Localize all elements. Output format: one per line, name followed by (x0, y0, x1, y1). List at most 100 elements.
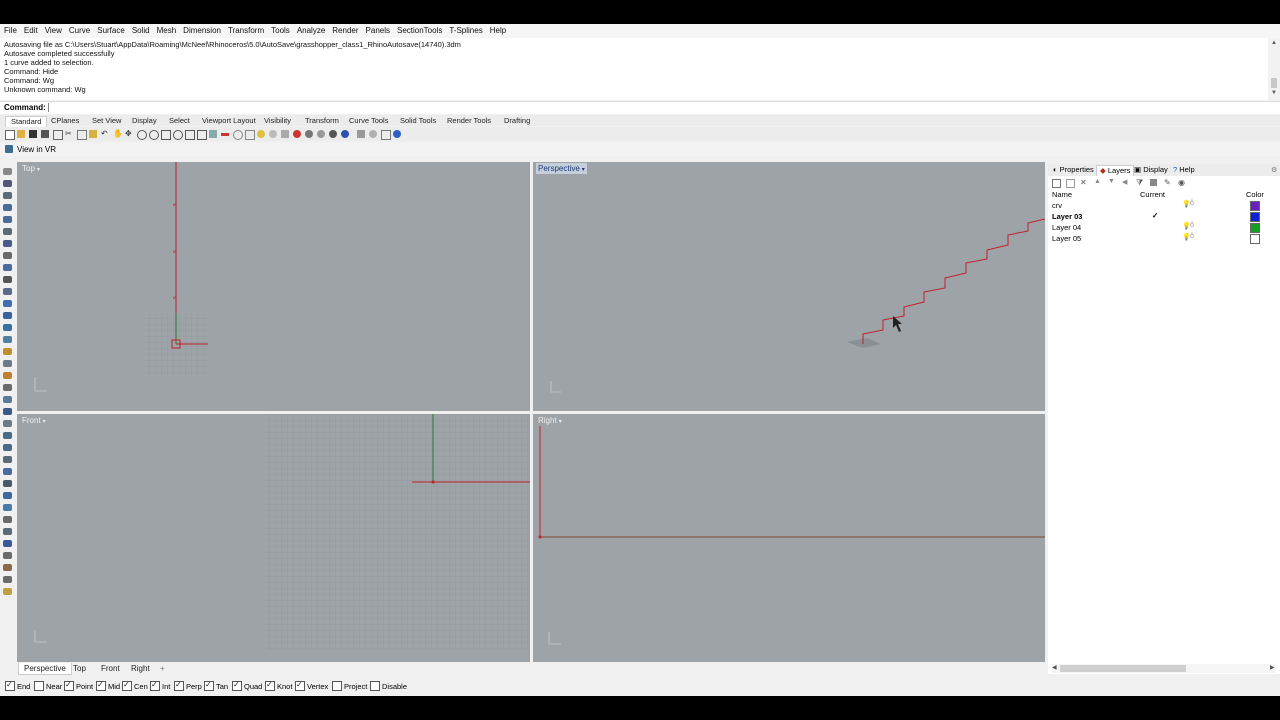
tab-viewport-layout[interactable]: Viewport Layout (197, 116, 261, 126)
menu-dimension[interactable]: Dimension (179, 24, 224, 38)
zoom-icon[interactable] (137, 130, 147, 140)
tab-curve-tools[interactable]: Curve Tools (344, 116, 393, 126)
history-scrollbar[interactable]: ▲ ▼ (1268, 38, 1280, 100)
options-icon[interactable] (369, 130, 377, 138)
analyze-tool-icon[interactable] (3, 372, 12, 379)
surface-tool-icon[interactable] (3, 300, 12, 307)
column-name-header[interactable]: Name (1052, 190, 1072, 199)
help-circle-icon[interactable]: ◉ (1178, 178, 1185, 187)
tools-icon[interactable]: ✎ (1164, 178, 1171, 187)
orient-tool-icon[interactable] (3, 408, 12, 415)
delete-layer-icon[interactable]: ✕ (1080, 178, 1087, 187)
grid-icon[interactable] (209, 130, 217, 138)
tab-cplanes[interactable]: CPlanes (46, 116, 84, 126)
layer-states-icon[interactable] (1150, 179, 1157, 186)
zoom-extents-icon[interactable] (161, 130, 171, 140)
undo-view-icon[interactable] (185, 130, 195, 140)
tab-properties[interactable]: ◐ Properties (1050, 165, 1097, 175)
layer-row-layer-03[interactable]: Layer 03 ✓ (1048, 211, 1280, 222)
checkbox[interactable] (96, 680, 106, 692)
add-viewport-tab-button[interactable]: + (155, 663, 170, 674)
polyline-icon[interactable] (245, 130, 255, 140)
select-curves-icon[interactable] (221, 133, 229, 136)
osnap-near[interactable]: Near (34, 681, 62, 692)
menu-surface[interactable]: Surface (93, 24, 128, 38)
column-color-header[interactable]: Color (1246, 190, 1264, 199)
join-tool-icon[interactable] (3, 456, 12, 463)
mesh-tool-icon[interactable] (3, 336, 12, 343)
lock-icon[interactable]: ô (1190, 233, 1194, 240)
rectangle-tool-icon[interactable] (3, 252, 12, 259)
menu-view[interactable]: View (41, 24, 65, 38)
group-tool-icon[interactable] (3, 480, 12, 487)
properties-icon[interactable] (53, 130, 63, 140)
checkbox[interactable] (64, 680, 74, 692)
boolean-tool-icon[interactable] (3, 348, 12, 355)
dimension-tool-icon[interactable] (3, 384, 12, 391)
osnap-project[interactable]: Project (332, 681, 367, 692)
viewport-top[interactable]: Top ▾ × × × (17, 162, 530, 411)
checkbox[interactable] (265, 680, 275, 692)
layer-color-swatch[interactable] (1250, 223, 1260, 233)
lock-icon[interactable] (281, 130, 289, 138)
check-tool-icon[interactable] (3, 552, 12, 559)
lightbulb-icon[interactable] (257, 130, 265, 138)
checkbox[interactable] (370, 681, 380, 692)
menu-panels[interactable]: Panels (362, 24, 393, 38)
viewport-tab-right[interactable]: Right (126, 663, 155, 674)
checkbox[interactable] (122, 680, 132, 692)
osnap-int[interactable]: Int (150, 680, 170, 692)
menu-render[interactable]: Render (328, 24, 361, 38)
render-icon[interactable] (293, 130, 301, 138)
paste-icon[interactable] (89, 130, 97, 138)
cut-icon[interactable]: ✂ (65, 130, 73, 138)
layer-color-swatch[interactable] (1250, 212, 1260, 222)
scroll-right-icon[interactable]: ▶ (1270, 664, 1275, 671)
shaded-icon[interactable] (305, 130, 313, 138)
layout-icon[interactable] (381, 130, 391, 140)
osnap-perp[interactable]: Perp (174, 680, 202, 692)
checkbox[interactable] (34, 681, 44, 692)
new-file-icon[interactable] (5, 130, 15, 140)
ellipse-tool-icon[interactable] (3, 240, 12, 247)
scroll-thumb[interactable] (1060, 665, 1186, 672)
tab-layers[interactable]: ◆ Layers (1096, 165, 1135, 176)
view-in-vr-button[interactable]: View in VR (17, 145, 56, 154)
viewport-right[interactable]: Right ▾ (533, 414, 1045, 662)
tab-solid-tools[interactable]: Solid Tools (395, 116, 441, 126)
menu-transform[interactable]: Transform (224, 24, 267, 38)
polygon-tool-icon[interactable] (3, 264, 12, 271)
tab-help[interactable]: ? Help (1170, 165, 1198, 175)
osnap-cen[interactable]: Cen (122, 680, 148, 692)
layer-color-swatch[interactable] (1250, 201, 1260, 211)
tab-standard[interactable]: Standard (5, 116, 48, 127)
menu-tools[interactable]: Tools (267, 24, 293, 38)
menu-tsplines[interactable]: T-Splines (445, 24, 485, 38)
new-layer-icon[interactable] (1052, 179, 1061, 188)
panel-horizontal-scrollbar[interactable]: ◀ ▶ (1052, 664, 1276, 673)
checkbox[interactable] (332, 681, 342, 692)
lock-icon[interactable]: ô (1190, 222, 1194, 229)
osnap-quad[interactable]: Quad (232, 680, 262, 692)
new-sublayer-icon[interactable] (1066, 179, 1075, 188)
layer-row-layer-05[interactable]: Layer 05 💡 ô (1048, 233, 1280, 244)
hide-icon[interactable] (269, 130, 277, 138)
checkbox[interactable] (204, 680, 214, 692)
trim-tool-icon[interactable] (3, 432, 12, 439)
hatch-tool-icon[interactable] (3, 504, 12, 511)
menu-help[interactable]: Help (486, 24, 509, 38)
scroll-left-icon[interactable]: ◀ (1052, 664, 1057, 671)
polyline-tool-icon[interactable] (3, 192, 12, 199)
four-views-icon[interactable] (197, 130, 207, 140)
viewport-tab-top[interactable]: Top (68, 663, 91, 674)
checkbox[interactable] (150, 680, 160, 692)
menu-curve[interactable]: Curve (65, 24, 93, 38)
move-to-parent-icon[interactable]: ◀ (1122, 178, 1127, 186)
tab-transform[interactable]: Transform (300, 116, 344, 126)
explode-tool-icon[interactable] (3, 468, 12, 475)
render-tool-icon[interactable] (3, 396, 12, 403)
pan-icon[interactable]: ✋ (113, 130, 123, 138)
column-current-header[interactable]: Current (1140, 190, 1165, 199)
command-input[interactable] (48, 103, 1273, 112)
viewport-tab-perspective[interactable]: Perspective (18, 663, 72, 675)
